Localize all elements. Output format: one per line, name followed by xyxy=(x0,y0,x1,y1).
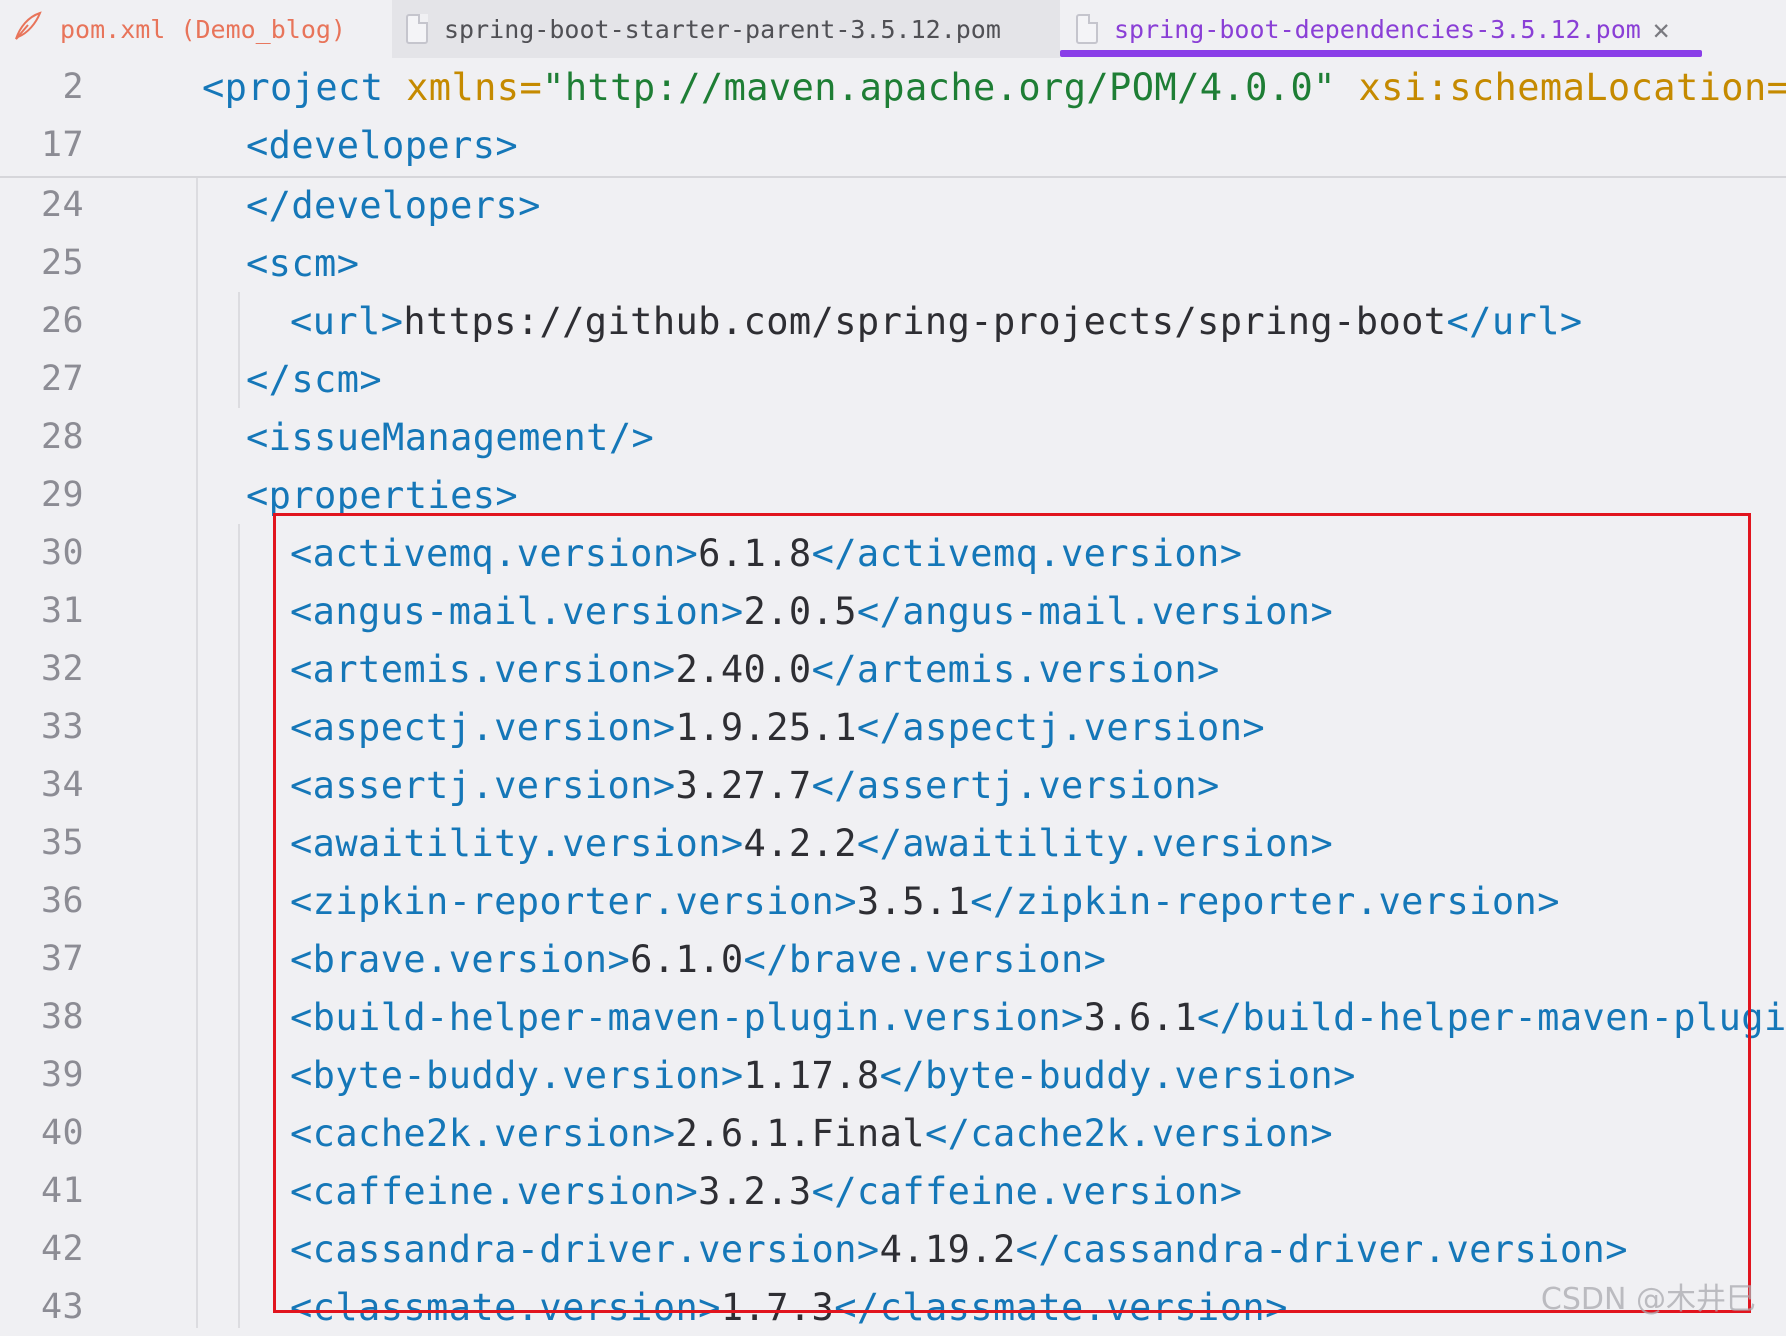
feather-icon xyxy=(10,9,44,49)
line-number: 36 xyxy=(41,881,84,921)
line-number: 42 xyxy=(41,1229,84,1269)
line-number: 27 xyxy=(41,359,84,399)
highlight-box xyxy=(273,513,1751,1313)
line-number: 17 xyxy=(41,125,84,165)
close-icon[interactable]: ✕ xyxy=(1653,13,1670,46)
line-number: 28 xyxy=(41,417,84,457)
xml-open-tag: </developers> xyxy=(246,183,541,227)
line-number: 29 xyxy=(41,475,84,515)
tab-label: spring-boot-dependencies-3.5.12.pom xyxy=(1114,14,1641,44)
line-number: 2 xyxy=(62,67,84,107)
watermark: CSDN @木井巳 xyxy=(1540,1282,1756,1317)
tab-label: spring-boot-starter-parent-3.5.12.pom xyxy=(444,14,1001,44)
tab-pom-xml[interactable]: pom.xml (Demo_blog) xyxy=(0,0,392,58)
code-line[interactable]: 17 <developers> xyxy=(0,116,1786,174)
xml-open-tag: <scm> xyxy=(246,241,360,285)
xml-open-tag: </scm> xyxy=(246,357,383,401)
line-number: 33 xyxy=(41,707,84,747)
code-line[interactable]: 24 </developers> xyxy=(0,176,1786,234)
line-number: 41 xyxy=(41,1171,84,1211)
file-icon xyxy=(1076,14,1098,44)
xml-open-tag: <issueManagement/> xyxy=(246,415,655,459)
code-line[interactable]: 27 </scm> xyxy=(0,350,1786,408)
active-tab-indicator xyxy=(1060,50,1702,57)
line-number: 40 xyxy=(41,1113,84,1153)
line-number: 26 xyxy=(41,301,84,341)
xml-tag: <developers> xyxy=(246,123,519,167)
code-line[interactable]: 28 <issueManagement/> xyxy=(0,408,1786,466)
xml-open-tag: <properties> xyxy=(246,473,519,517)
xml-open-tag: <url> xyxy=(290,299,404,343)
code-line[interactable]: 26 <url>https://github.com/spring-project… xyxy=(0,292,1786,350)
xml-tag: <project xyxy=(202,65,384,109)
line-number: 37 xyxy=(41,939,84,979)
line-number: 43 xyxy=(41,1287,84,1327)
code-line[interactable]: 2 <project xmlns="http://maven.apache.or… xyxy=(0,58,1786,116)
xml-attr: xsi:schemaLocation= xyxy=(1335,65,1786,109)
tab-label: pom.xml (Demo_blog) xyxy=(60,14,346,44)
xml-value: https://github.com/spring-projects/sprin… xyxy=(403,299,1447,343)
line-number: 25 xyxy=(41,243,84,283)
line-number: 38 xyxy=(41,997,84,1037)
file-icon xyxy=(406,14,428,44)
line-number: 32 xyxy=(41,649,84,689)
xml-string: "http://maven.apache.org/POM/4.0.0" xyxy=(542,65,1336,109)
line-number: 24 xyxy=(41,185,84,225)
tab-starter-parent-pom[interactable]: spring-boot-starter-parent-3.5.12.pom xyxy=(392,0,1060,58)
line-number: 35 xyxy=(41,823,84,863)
xml-attr: xmlns= xyxy=(383,65,543,109)
line-number: 31 xyxy=(41,591,84,631)
xml-close-tag: </url> xyxy=(1446,299,1583,343)
code-line[interactable]: 25 <scm> xyxy=(0,234,1786,292)
editor-tab-bar: pom.xml (Demo_blog) spring-boot-starter-… xyxy=(0,0,1786,59)
line-number: 39 xyxy=(41,1055,84,1095)
line-number: 34 xyxy=(41,765,84,805)
line-number: 30 xyxy=(41,533,84,573)
sticky-scroll-header[interactable]: 2 <project xmlns="http://maven.apache.or… xyxy=(0,58,1786,178)
